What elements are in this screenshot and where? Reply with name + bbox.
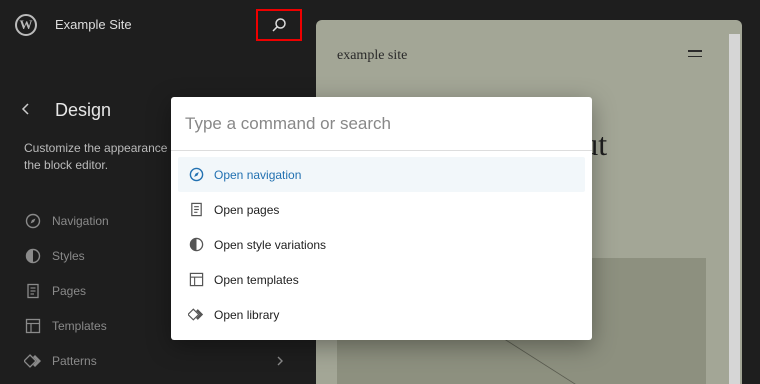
chevron-right-icon [276,354,284,372]
preview-site-title: example site [337,48,408,63]
compass-icon [24,212,42,230]
command-search-input[interactable] [171,97,592,151]
preview-scrollbar[interactable] [729,34,740,384]
sidebar-item-patterns[interactable]: Patterns [24,343,294,378]
command-open-templates[interactable]: Open templates [178,262,585,297]
command-search-button[interactable] [256,9,302,41]
command-list: Open navigation Open pages Open style va… [178,157,585,332]
sidebar-item-label: Pages [52,283,87,298]
page-icon [188,202,204,218]
wordpress-logo-icon[interactable]: W [15,14,37,36]
sidebar-item-label: Patterns [52,353,97,368]
layout-icon [24,317,42,335]
page-icon [24,282,42,300]
diamond-icon [188,307,204,323]
sidebar-title: Design [55,100,112,120]
back-button[interactable] [18,98,34,120]
diamond-icon [24,352,42,370]
chevron-left-icon [21,103,29,115]
sidebar-item-label: Navigation [52,213,109,228]
site-name[interactable]: Example Site [55,17,132,32]
sidebar-item-label: Templates [52,318,107,333]
command-label: Open navigation [214,167,302,182]
command-open-pages[interactable]: Open pages [178,192,585,227]
menu-icon [688,50,702,60]
layout-icon [188,272,204,288]
command-label: Open templates [214,272,299,287]
command-palette: Open navigation Open pages Open style va… [171,97,592,340]
half-circle-icon [24,247,42,265]
command-open-library[interactable]: Open library [178,297,585,332]
command-open-style-variations[interactable]: Open style variations [178,227,585,262]
compass-icon [188,167,204,183]
command-open-navigation[interactable]: Open navigation [178,157,585,192]
sidebar-item-label: Styles [52,248,85,263]
command-label: Open pages [214,202,280,217]
half-circle-icon [188,237,204,253]
command-label: Open library [214,307,280,322]
sidebar-description: Customize the appearance of the block ed… [24,141,181,172]
command-label: Open style variations [214,237,327,252]
search-icon [272,18,286,32]
